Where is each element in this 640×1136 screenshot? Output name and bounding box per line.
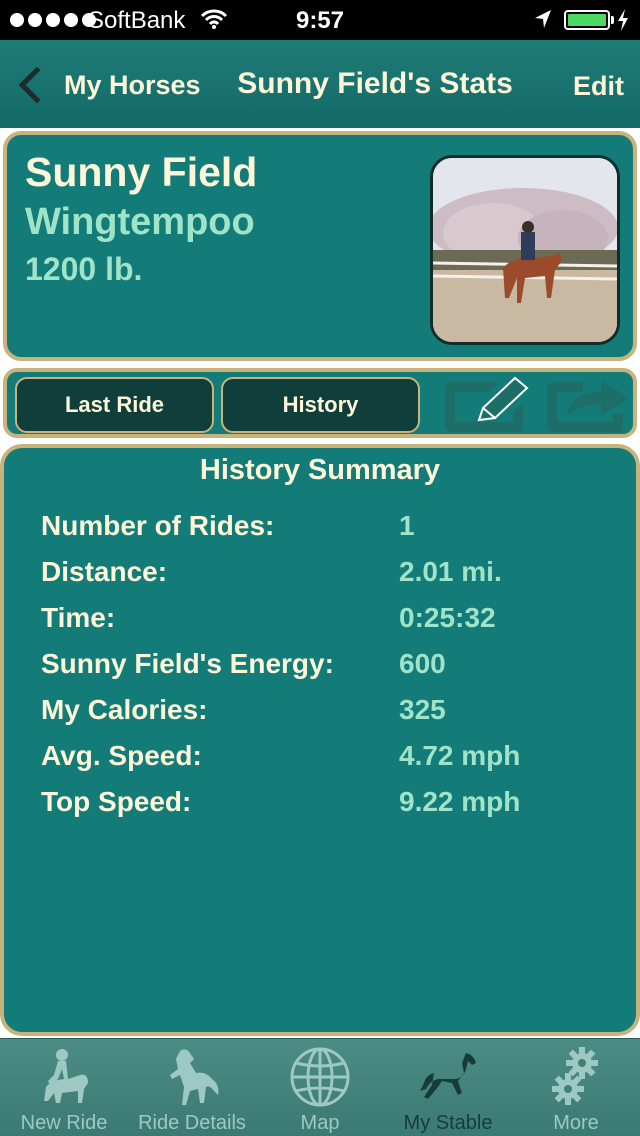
tab-label: My Stable <box>403 1112 493 1134</box>
back-button-label: My Horses <box>64 69 201 100</box>
status-bar: SoftBank 9:57 <box>0 0 640 40</box>
stat-label: Sunny Field's Energy: <box>41 648 334 679</box>
back-button[interactable]: My Horses <box>14 62 201 108</box>
tab-label: Map <box>300 1112 340 1134</box>
tab-my-stable[interactable]: My Stable <box>384 1039 512 1136</box>
summary-title: History Summary <box>199 454 441 486</box>
edit-button[interactable]: Edit <box>573 71 624 102</box>
share-arrow-icon[interactable] <box>543 376 633 434</box>
navigation-bar: My Horses Sunny Field's Stats Edit <box>0 40 640 128</box>
stat-row-avg-speed: Avg. Speed: 4.72 mph <box>41 740 601 786</box>
tab-map[interactable]: Map <box>256 1039 384 1136</box>
stat-value: 2.01 mi. <box>399 556 502 587</box>
history-button[interactable]: History <box>221 377 420 433</box>
stat-row-rides: Number of Rides: 1 <box>41 510 601 556</box>
stat-row-top-speed: Top Speed: 9.22 mph <box>41 786 601 832</box>
tab-more[interactable]: More <box>512 1039 640 1136</box>
stat-value: 325 <box>399 694 446 725</box>
stat-label: Avg. Speed: <box>41 740 202 771</box>
stat-value: 9.22 mph <box>399 786 521 817</box>
horse-breed: Wingtempoo <box>25 201 255 243</box>
stat-value: 600 <box>399 648 446 679</box>
chevron-left-icon <box>18 66 56 104</box>
globe-icon <box>290 1047 350 1107</box>
location-arrow-icon <box>533 8 553 37</box>
history-summary-panel: History Summary Number of Rides: 1 Dista… <box>0 444 640 1036</box>
running-horse-icon <box>420 1053 476 1099</box>
stat-value: 4.72 mph <box>399 740 521 771</box>
charging-bolt-icon <box>616 8 630 39</box>
horse-photo[interactable] <box>430 155 620 345</box>
tab-label: Ride Details <box>138 1112 246 1134</box>
tab-bar: New Ride Ride Details Map My Stable More <box>0 1038 640 1136</box>
stat-label: Distance: <box>41 556 168 587</box>
controls-panel: Last Ride History <box>3 368 637 438</box>
rider-horse-icon <box>44 1049 88 1103</box>
stat-row-energy: Sunny Field's Energy: 600 <box>41 648 601 694</box>
last-ride-button[interactable]: Last Ride <box>15 377 214 433</box>
tab-label: More <box>553 1112 599 1134</box>
horse-weight: 1200 lb. <box>25 251 143 287</box>
stat-row-distance: Distance: 2.01 mi. <box>41 556 601 602</box>
gears-icon <box>552 1047 598 1105</box>
tab-label: New Ride <box>20 1112 108 1134</box>
stat-label: Number of Rides: <box>41 510 275 541</box>
stat-label: Top Speed: <box>41 786 192 817</box>
horse-info-panel: Sunny Field Wingtempoo 1200 lb. <box>3 131 637 361</box>
tab-ride-details[interactable]: Ride Details <box>128 1039 256 1136</box>
page-title: Sunny Field's Stats <box>237 67 513 100</box>
stat-label: My Calories: <box>41 694 208 725</box>
stat-label: Time: <box>41 602 116 633</box>
stat-row-calories: My Calories: 325 <box>41 694 601 740</box>
tab-new-ride[interactable]: New Ride <box>0 1039 128 1136</box>
stat-value: 1 <box>399 510 415 541</box>
stat-value: 0:25:32 <box>399 602 496 633</box>
stat-row-time: Time: 0:25:32 <box>41 602 601 648</box>
pencil-edit-icon[interactable] <box>439 376 531 434</box>
rearing-horse-icon <box>170 1049 219 1105</box>
battery-icon <box>564 10 614 30</box>
horse-name: Sunny Field <box>25 149 258 195</box>
